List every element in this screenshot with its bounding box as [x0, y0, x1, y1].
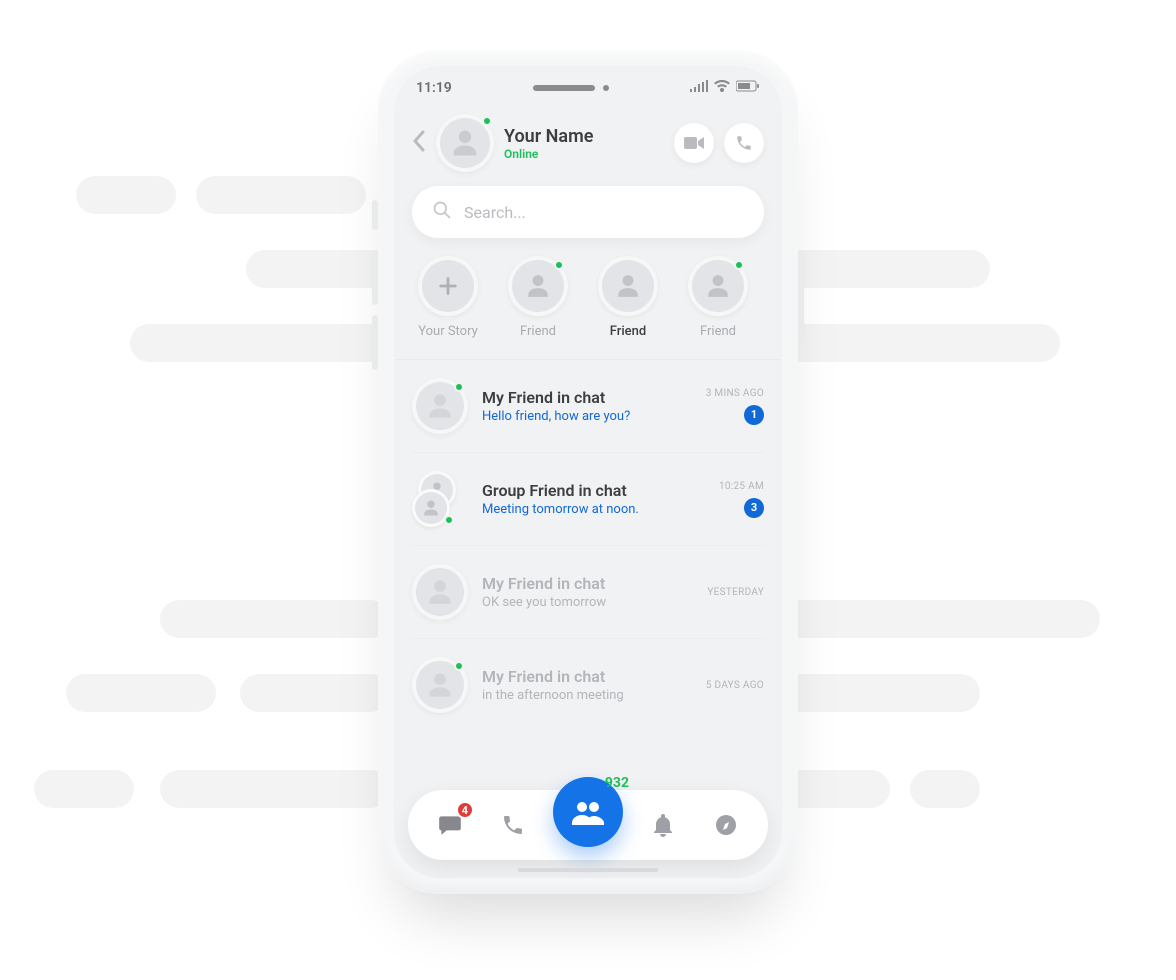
my-name: Your Name: [504, 126, 664, 147]
bell-icon: [652, 813, 674, 837]
nav-chats-badge: 4: [456, 801, 474, 819]
unread-badge: 1: [744, 405, 764, 425]
nav-notifications[interactable]: [639, 801, 687, 849]
story-friend[interactable]: Friend: [682, 256, 754, 339]
online-dot-icon: [454, 661, 464, 671]
nav-chats[interactable]: 4: [426, 801, 474, 849]
home-indicator: [518, 868, 658, 872]
unread-badge: 3: [744, 498, 764, 518]
stories-row: Your Story Friend Friend: [394, 256, 782, 360]
video-call-button[interactable]: [674, 123, 714, 163]
plus-icon: [437, 275, 459, 297]
my-avatar[interactable]: [436, 114, 494, 172]
story-label: Friend: [610, 324, 646, 339]
search-icon: [432, 200, 452, 224]
chat-item[interactable]: Group Friend in chat Meeting tomorrow at…: [412, 453, 764, 546]
signal-icon: [690, 80, 708, 96]
story-label: Friend: [520, 324, 556, 339]
chat-time: YESTERDAY: [707, 587, 764, 598]
chat-item[interactable]: My Friend in chat in the afternoon meeti…: [412, 639, 764, 731]
online-dot-icon: [454, 382, 464, 392]
chat-avatar: [412, 564, 468, 620]
compass-icon: [714, 813, 738, 837]
chat-preview: OK see you tomorrow: [482, 595, 693, 610]
chat-time: 3 MINS AGO: [706, 388, 764, 399]
nav-calls[interactable]: [489, 801, 537, 849]
phone-icon: [501, 813, 525, 837]
chat-avatar: [412, 657, 468, 713]
chat-time: 5 DAYS AGO: [706, 680, 764, 691]
wifi-icon: [714, 80, 730, 96]
chat-item[interactable]: My Friend in chat Hello friend, how are …: [412, 360, 764, 453]
online-dot-icon: [734, 260, 744, 270]
chat-title: My Friend in chat: [482, 574, 693, 593]
voice-call-button[interactable]: [724, 123, 764, 163]
online-dot-icon: [444, 515, 454, 525]
chat-item[interactable]: My Friend in chat OK see you tomorrow YE…: [412, 546, 764, 639]
chat-avatar-group: [412, 471, 468, 527]
chat-title: My Friend in chat: [482, 667, 692, 686]
contacts-count: 932: [605, 775, 629, 791]
chat-avatar: [412, 378, 468, 434]
screen: 11:19: [394, 66, 782, 878]
battery-icon: [736, 80, 760, 96]
clock: 11:19: [416, 80, 452, 96]
people-icon: [570, 799, 606, 825]
chat-time: 10:25 AM: [719, 481, 764, 492]
chat-title: Group Friend in chat: [482, 481, 705, 500]
back-button[interactable]: [412, 130, 426, 156]
story-label: Your Story: [418, 324, 478, 339]
search-bar[interactable]: [412, 186, 764, 238]
user-icon: [705, 273, 731, 299]
status-bar: 11:19: [394, 66, 782, 110]
my-status: Online: [504, 147, 664, 161]
chat-list: My Friend in chat Hello friend, how are …: [394, 360, 782, 731]
phone-mockup: 11:19: [378, 50, 798, 894]
notch-indicator: [533, 85, 609, 91]
nav-contacts[interactable]: 932: [553, 777, 623, 847]
story-friend[interactable]: Friend: [502, 256, 574, 339]
search-input[interactable]: [464, 203, 744, 222]
chat-preview: Meeting tomorrow at noon.: [482, 502, 705, 517]
story-friend[interactable]: Friend: [592, 256, 664, 339]
chat-preview: in the afternoon meeting: [482, 688, 692, 703]
chat-header: Your Name Online: [394, 110, 782, 186]
chat-title: My Friend in chat: [482, 388, 692, 407]
online-dot-icon: [482, 116, 492, 126]
story-add[interactable]: Your Story: [412, 256, 484, 339]
chat-preview: Hello friend, how are you?: [482, 409, 692, 424]
bottom-nav: 4 932: [408, 790, 768, 860]
user-icon: [615, 273, 641, 299]
online-dot-icon: [554, 260, 564, 270]
story-label: Friend: [700, 324, 736, 339]
nav-explore[interactable]: [702, 801, 750, 849]
user-icon: [525, 273, 551, 299]
